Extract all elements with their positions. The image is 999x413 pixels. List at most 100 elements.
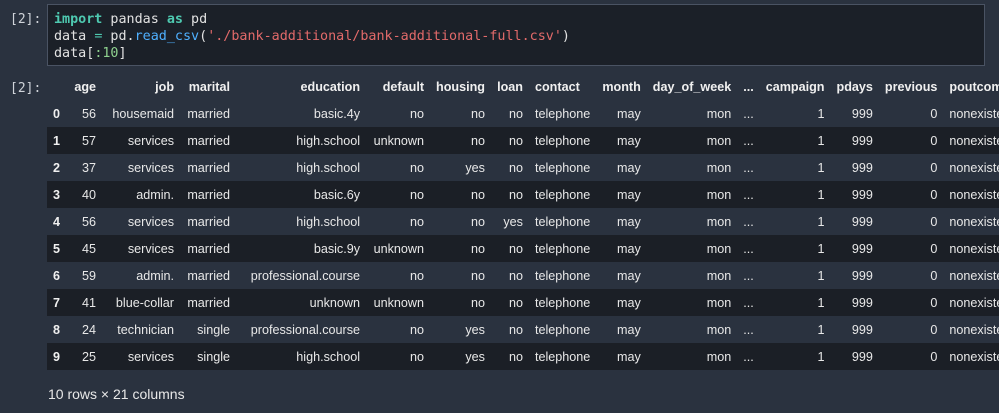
table-cell: admin. — [136, 268, 175, 283]
table-cell: 999 — [851, 349, 873, 364]
table-cell: 24 — [82, 322, 97, 337]
table-cell: no — [508, 160, 523, 175]
table-cell: married — [187, 106, 231, 121]
table-body: 0 56 housemaid married basic.4y no no no telepho… — [47, 100, 999, 370]
table-cell: unknown — [373, 241, 425, 256]
table-cell: 0 — [930, 322, 938, 337]
table-cell: 1 — [817, 322, 825, 337]
table-cell: nonexistent — [949, 349, 999, 364]
code-line-3: data[:10] — [54, 46, 127, 61]
row-index: 1 — [53, 133, 61, 148]
table-cell: 999 — [851, 160, 873, 175]
table-cell: may — [617, 241, 641, 256]
table-cell: telephone — [534, 241, 591, 256]
column-header-loan: loan — [497, 80, 523, 94]
table-cell: admin. — [136, 187, 175, 202]
table-cell: ... — [743, 295, 754, 310]
table-cell: mon — [706, 322, 732, 337]
column-header-marital: marital — [188, 80, 231, 94]
table-cell: no — [410, 106, 425, 121]
table-cell: 56 — [82, 214, 97, 229]
table-row: 4 56 services married high.school no no yes tele… — [47, 208, 999, 235]
table-cell: may — [617, 187, 641, 202]
table-cell: 0 — [930, 133, 938, 148]
table-cell: ... — [743, 106, 754, 121]
table-cell: 0 — [930, 349, 938, 364]
table-cell: no — [470, 106, 485, 121]
table-cell: may — [617, 160, 641, 175]
table-cell: 0 — [930, 295, 938, 310]
table-cell: no — [410, 160, 425, 175]
table-cell: no — [470, 241, 485, 256]
table-cell: married — [187, 160, 231, 175]
paren-close: ) — [561, 29, 570, 44]
table-cell: married — [187, 214, 231, 229]
table-cell: single — [197, 322, 231, 337]
table-cell: telephone — [534, 133, 591, 148]
table-cell: 57 — [82, 133, 97, 148]
table-cell: telephone — [534, 295, 591, 310]
variable: data[ — [54, 46, 95, 61]
table-cell: nonexistent — [949, 133, 999, 148]
table-cell: single — [197, 349, 231, 364]
module-name: pandas — [102, 12, 167, 27]
dataframe-table: age job marital education default housing loan… — [47, 74, 999, 370]
table-cell: may — [617, 349, 641, 364]
table-cell: mon — [706, 160, 732, 175]
table-cell: 999 — [851, 322, 873, 337]
table-cell: 45 — [82, 241, 97, 256]
table-cell: yes — [503, 214, 523, 229]
table-cell: no — [508, 187, 523, 202]
table-cell: mon — [706, 295, 732, 310]
table-cell: professional.course — [250, 322, 361, 337]
table-cell: mon — [706, 106, 732, 121]
table-cell: mon — [706, 187, 732, 202]
table-cell: ... — [743, 214, 754, 229]
column-header-job: job — [155, 80, 175, 94]
table-cell: 1 — [817, 349, 825, 364]
keyword-as: as — [166, 12, 183, 27]
output-prompt: [2]: — [10, 81, 42, 96]
table-cell: mon — [706, 133, 732, 148]
table-cell: housemaid — [112, 106, 175, 121]
column-header-previous: previous — [884, 80, 938, 94]
bracket-close: ] — [118, 46, 127, 61]
table-cell: 999 — [851, 295, 873, 310]
row-index: 6 — [53, 268, 61, 283]
table-cell: ... — [743, 187, 754, 202]
table-cell: nonexistent — [949, 106, 999, 121]
table-cell: services — [127, 133, 175, 148]
input-prompt: [2]: — [10, 12, 42, 27]
code-line-1: import pandas as pd — [54, 12, 207, 27]
table-cell: unknown — [309, 295, 361, 310]
code-line-2: data = pd.read_csv('./bank-additional/ba… — [54, 29, 570, 44]
table-cell: 0 — [930, 241, 938, 256]
table-cell: no — [410, 268, 425, 283]
table-cell: 37 — [82, 160, 97, 175]
table-cell: telephone — [534, 106, 591, 121]
table-cell: mon — [706, 268, 732, 283]
column-header-age: age — [74, 80, 97, 94]
table-cell: mon — [706, 241, 732, 256]
column-header-default: default — [382, 80, 425, 94]
column-header-ellipsis: ... — [743, 80, 754, 94]
code-editor[interactable]: import pandas as pd data = pd.read_csv('… — [47, 4, 985, 66]
row-index: 4 — [53, 214, 61, 229]
table-cell: nonexistent — [949, 187, 999, 202]
table-cell: telephone — [534, 214, 591, 229]
table-cell: no — [470, 295, 485, 310]
table-cell: telephone — [534, 160, 591, 175]
table-cell: yes — [465, 349, 485, 364]
table-cell: 1 — [817, 241, 825, 256]
table-cell: 56 — [82, 106, 97, 121]
table-cell: married — [187, 268, 231, 283]
table-cell: telephone — [534, 268, 591, 283]
row-index: 2 — [53, 160, 61, 175]
table-cell: may — [617, 106, 641, 121]
table-cell: mon — [706, 349, 732, 364]
table-cell: no — [508, 133, 523, 148]
row-index: 0 — [53, 106, 61, 121]
input-cell[interactable]: [2]: import pandas as pd data = pd.read_… — [0, 0, 999, 72]
row-index: 7 — [53, 295, 61, 310]
table-cell: 0 — [930, 160, 938, 175]
